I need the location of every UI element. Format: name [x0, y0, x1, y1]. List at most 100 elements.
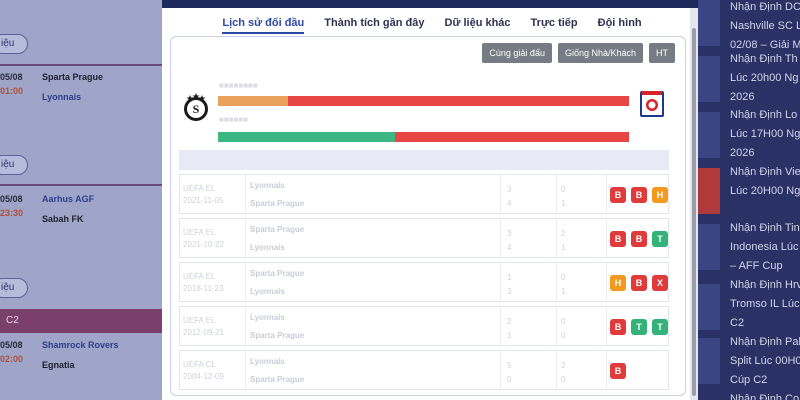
away-team: Lyonnais [250, 287, 285, 296]
match-away-team[interactable]: Egnatia [42, 360, 75, 370]
news-thumbnail[interactable] [698, 56, 720, 102]
cell-divider [556, 219, 557, 257]
svg-text:S: S [193, 102, 200, 116]
cell-divider [245, 263, 246, 301]
news-item[interactable]: Nhận Định Th Lúc 20h00 Ng 2026 [730, 50, 800, 107]
news-item[interactable]: Nhận Định Pal Split Lúc 00H0 Cúp C2 [730, 333, 800, 390]
same-home-away-button[interactable]: Giống Nhà/Khách [557, 43, 643, 63]
away-team: Sparta Prague [250, 199, 305, 208]
table-row[interactable]: UEFA EL 2012-09-21 Lyonnais Sparta Prague 2 1… [179, 306, 669, 346]
news-thumbnail[interactable] [698, 224, 720, 270]
detail-pill[interactable]: iệu [0, 155, 28, 175]
match-date: 05/08 [0, 194, 23, 204]
tab-head-to-head[interactable]: Lịch sử đối đầu [222, 17, 305, 34]
cell-divider [556, 351, 557, 389]
tab-live[interactable]: Trực tiếp [531, 17, 578, 34]
scrollbar-thumb[interactable] [692, 28, 696, 396]
detail-pill[interactable]: iệu [0, 34, 28, 54]
news-thumbnail[interactable] [698, 168, 720, 214]
cell-divider [556, 307, 557, 345]
modal-scrollbar[interactable] [690, 8, 698, 400]
match-league-date: UEFA EL 2018-11-23 [183, 272, 224, 293]
home-team: Sparta Prague [250, 269, 305, 278]
bar-away-segment [394, 132, 629, 142]
filter-buttons: Cùng giải đấu Giống Nhà/Khách HT [482, 43, 675, 63]
half-time-button[interactable]: HT [649, 43, 675, 63]
news-item[interactable]: Nhận Định Co [730, 390, 800, 400]
cell-divider [606, 307, 607, 345]
news-item[interactable]: Nhận Định Hrv Tromso IL Lúc C2 [730, 276, 800, 333]
cell-divider [245, 307, 246, 345]
home-score: 1 [507, 273, 512, 282]
match-date: 05/08 [0, 340, 23, 350]
table-row[interactable]: UEFA EL 2021-10-22 Sparta Prague Lyonnais 3 4… [179, 218, 669, 258]
half-time-home: 2 [561, 229, 566, 238]
tab-other-data[interactable]: Dữ liệu khác [445, 17, 511, 34]
home-score: 3 [507, 229, 512, 238]
home-score: 2 [507, 317, 512, 326]
result-ratio-bar [218, 96, 629, 106]
news-item[interactable]: Nhận Định Lo Lúc 17H00 Ng 2026 [730, 106, 800, 163]
tab-recent-form[interactable]: Thành tích gần đây [324, 17, 424, 34]
half-time-away: 0 [561, 375, 566, 384]
news-thumbnail[interactable] [698, 0, 720, 46]
match-time: 02:00 [0, 354, 24, 364]
home-score: 5 [507, 361, 512, 370]
news-thumbnail[interactable] [698, 112, 720, 158]
goal-ratio-bar [218, 132, 629, 142]
news-item[interactable]: Nhận Định DC Nashville SC L 02/08 – Giải M [730, 0, 800, 55]
cell-divider [500, 175, 501, 213]
result-badge: T [631, 319, 647, 335]
away-score: 4 [507, 199, 512, 208]
result-badge: B [610, 231, 626, 247]
result-badge: T [652, 231, 668, 247]
tab-lineup[interactable]: Đội hình [598, 17, 642, 34]
match-home-team[interactable]: Sparta Prague [42, 72, 103, 82]
table-row[interactable]: UEFA EL 2018-11-23 Sparta Prague Lyonnais 1 3… [179, 262, 669, 302]
table-row[interactable]: UEFA CL 2004-12-09 Lyonnais Sparta Prague 5 0… [179, 350, 669, 390]
match-date: 05/08 [0, 72, 23, 82]
detail-pill[interactable]: iệu [0, 278, 28, 298]
result-badge: B [631, 231, 647, 247]
news-item[interactable]: Nhận Định Vie Lúc 20H00 Ng [730, 163, 800, 201]
cell-divider [500, 307, 501, 345]
news-item[interactable]: Nhận Định Tin Indonesia Lúc – AFF Cup [730, 219, 800, 276]
result-badge: B [610, 363, 626, 379]
home-team: Lyonnais [250, 357, 285, 366]
match-list-panel: iệu 05/08 01:00 Sparta Prague Lyonnais i… [0, 0, 162, 400]
head-to-head-modal: Lịch sử đối đầu Thành tích gần đây Dữ li… [162, 8, 690, 400]
h2h-panel: Cùng giải đấu Giống Nhà/Khách HT S ■■■■■… [170, 36, 686, 396]
away-team: Lyonnais [250, 243, 285, 252]
cell-divider [500, 219, 501, 257]
home-team: Lyonnais [250, 313, 285, 322]
match-away-team[interactable]: Lyonnais [42, 92, 81, 102]
result-badge: B [610, 187, 626, 203]
bar-caption: ■■■■■■■■ [219, 81, 258, 90]
match-divider [0, 184, 162, 186]
match-league-date: UEFA EL 2021-10-22 [183, 228, 224, 249]
bar-home-segment [218, 96, 288, 106]
match-away-team[interactable]: Sabah FK [42, 214, 84, 224]
match-time: 23:30 [0, 208, 24, 218]
cell-divider [500, 351, 501, 389]
half-time-away: 1 [561, 199, 566, 208]
match-home-team[interactable]: Aarhus AGF [42, 194, 94, 204]
away-score: 3 [507, 287, 512, 296]
same-league-button[interactable]: Cùng giải đấu [482, 43, 552, 63]
news-thumbnail[interactable] [698, 284, 720, 330]
table-row[interactable]: UEFA EL 2021-11-05 Lyonnais Sparta Prague 3 4… [179, 174, 669, 214]
match-league-date: UEFA EL 2012-09-21 [183, 316, 224, 337]
match-home-team[interactable]: Shamrock Rovers [42, 340, 119, 350]
result-badge: B [631, 187, 647, 203]
cell-divider [606, 175, 607, 213]
news-thumbnail[interactable] [698, 338, 720, 384]
cell-divider [245, 351, 246, 389]
modal-tabs: Lịch sử đối đầu Thành tích gần đây Dữ li… [162, 8, 690, 36]
away-score: 4 [507, 243, 512, 252]
cell-divider [245, 175, 246, 213]
half-time-home: 0 [561, 185, 566, 194]
bar-caption: ■■■■■■ [219, 115, 248, 124]
home-team: Lyonnais [250, 181, 285, 190]
news-sidebar: Nhận Định DC Nashville SC L 02/08 – Giải M… [698, 0, 800, 400]
cell-divider [606, 219, 607, 257]
